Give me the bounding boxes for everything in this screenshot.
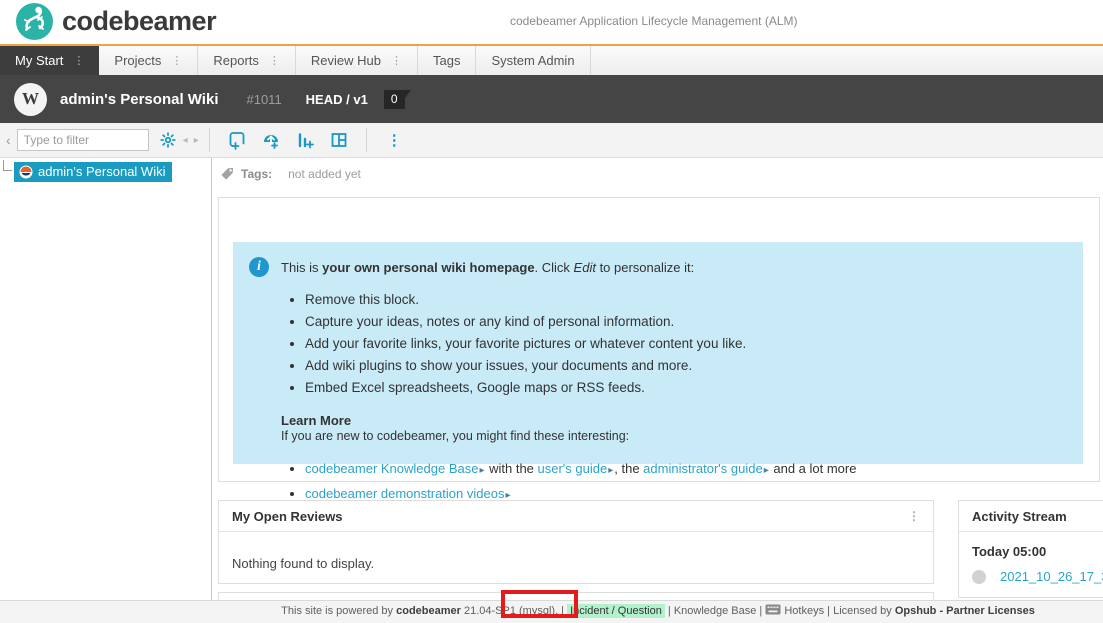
tab-menu-icon[interactable]: ⋮ — [171, 54, 182, 67]
tab-projects[interactable]: Projects ⋮ — [99, 46, 198, 75]
opshub-link[interactable]: Opshub - Partner Licenses — [895, 605, 1035, 617]
gear-icon[interactable] — [159, 131, 177, 149]
nav-back-icon[interactable]: ◂ — [183, 135, 188, 146]
incident-question-link[interactable]: Incident / Question — [567, 604, 665, 618]
tree-item-personal-wiki[interactable]: admin's Personal Wiki — [14, 162, 172, 182]
activity-date-header: Today 05:00 — [959, 532, 1103, 559]
wiki-title-bar: W admin's Personal Wiki #1011 HEAD / v1 … — [0, 75, 1103, 123]
activity-stream-header: Activity Stream — [959, 501, 1103, 532]
partial-panel — [218, 592, 934, 600]
info-bullet: Embed Excel spreadsheets, Google maps or… — [305, 377, 1063, 399]
item-id: #1011 — [246, 92, 281, 107]
wiki-page-icon — [19, 165, 33, 179]
learn-more-link-row: codebeamer Knowledge Base▸ with the user… — [305, 457, 1063, 482]
wiki-avatar: W — [14, 83, 47, 116]
add-wiki-page-icon[interactable] — [227, 130, 247, 150]
keyboard-icon — [765, 602, 781, 623]
codebeamer-app: codebeamer codebeamer Application Lifecy… — [0, 0, 1103, 623]
codebeamer-gecko-icon — [16, 3, 53, 40]
tab-menu-icon[interactable]: ⋮ — [269, 54, 280, 67]
tab-system-admin[interactable]: System Admin — [476, 46, 590, 75]
tab-menu-icon[interactable]: ⋮ — [391, 54, 402, 67]
activity-entry-link[interactable]: 2021_10_26_17_38 — [1000, 569, 1103, 584]
learn-more-title: Learn More — [281, 413, 1063, 428]
avatar — [972, 570, 986, 584]
toolbar-divider — [209, 128, 210, 152]
app-tagline: codebeamer Application Lifecycle Managem… — [510, 14, 797, 28]
external-link-arrow-icon: ▸ — [608, 465, 613, 476]
tags-row: Tags: not added yet — [220, 166, 361, 181]
hotkeys-link[interactable]: Hotkeys — [784, 605, 824, 617]
wiki-homepage-card: i This is your own personal wiki homepag… — [218, 197, 1100, 482]
main-content: Tags: not added yet i This is your own p… — [213, 158, 1103, 600]
activity-entry: 2021_10_26_17_38 — [959, 559, 1103, 584]
admins-guide-link[interactable]: administrator's guide — [643, 461, 763, 476]
footer: This site is powered by codebeamer 21.04… — [0, 600, 1103, 623]
count-badge[interactable]: 0 — [384, 90, 405, 109]
tab-menu-icon[interactable]: ⋮ — [73, 54, 84, 67]
tab-my-start[interactable]: My Start ⋮ — [0, 46, 99, 75]
footer-text: This site is powered by codebeamer 21.04… — [213, 601, 1103, 623]
info-bullet: Remove this block. — [305, 289, 1063, 311]
toolbar-divider — [366, 128, 367, 152]
codebeamer-logo[interactable]: codebeamer — [16, 3, 216, 40]
activity-stream-panel: Activity Stream Today 05:00 2021_10_26_1… — [958, 500, 1103, 598]
tree-filter-input[interactable] — [17, 129, 149, 151]
knowledge-base-link[interactable]: codebeamer Knowledge Base — [305, 461, 478, 476]
brand-text: codebeamer — [62, 6, 216, 37]
info-icon: i — [249, 257, 269, 277]
info-bullet: Add your favorite links, your favorite p… — [305, 333, 1063, 355]
version-label[interactable]: HEAD / v1 — [306, 92, 368, 107]
external-link-arrow-icon: ▸ — [764, 465, 769, 476]
tag-icon — [220, 166, 235, 181]
footer-version: 21.04-SP1 (mysql). | — [461, 605, 567, 617]
wiki-toolbar: ‹ ◂ ▸ — [0, 123, 1103, 158]
info-bullet: Add wiki plugins to show your issues, yo… — [305, 355, 1063, 377]
toolbar-more-icon[interactable]: ⋮ — [387, 131, 402, 149]
external-link-arrow-icon: ▸ — [479, 465, 484, 476]
learn-more-intro: If you are new to codebeamer, you might … — [281, 429, 1063, 443]
tags-value[interactable]: not added yet — [288, 167, 361, 181]
wiki-tree-panel: admin's Personal Wiki — [0, 158, 212, 600]
tree-branch-line — [3, 160, 12, 171]
info-bullet: Capture your ideas, notes or any kind of… — [305, 311, 1063, 333]
info-bullet-list: Remove this block. Capture your ideas, n… — [305, 289, 1063, 399]
demo-videos-link[interactable]: codebeamer demonstration videos — [305, 486, 504, 501]
upload-icon[interactable] — [261, 130, 281, 150]
collapse-tree-icon[interactable]: ‹ — [6, 132, 11, 148]
tab-review-hub[interactable]: Review Hub ⋮ — [296, 46, 418, 75]
info-box: i This is your own personal wiki homepag… — [233, 242, 1083, 464]
layout-grid-icon[interactable] — [329, 130, 349, 150]
nav-forward-icon[interactable]: ▸ — [194, 135, 199, 146]
panel-menu-icon[interactable]: ⋮ — [908, 509, 920, 523]
empty-state-text: Nothing found to display. — [219, 532, 933, 595]
main-nav-tabs: My Start ⋮ Projects ⋮ Reports ⋮ Review H… — [0, 44, 1103, 75]
add-report-icon[interactable] — [295, 130, 315, 150]
users-guide-link[interactable]: user's guide — [538, 461, 608, 476]
footer-brand: codebeamer — [396, 605, 461, 617]
tab-tags[interactable]: Tags — [418, 46, 476, 75]
my-open-reviews-header: My Open Reviews ⋮ — [219, 501, 933, 532]
my-open-reviews-panel: My Open Reviews ⋮ Nothing found to displ… — [218, 500, 934, 584]
top-header: codebeamer codebeamer Application Lifecy… — [0, 0, 1103, 44]
page-title: admin's Personal Wiki — [60, 91, 218, 108]
tab-reports[interactable]: Reports ⋮ — [198, 46, 296, 75]
tags-label: Tags: — [241, 167, 272, 181]
knowledge-base-footer-link[interactable]: Knowledge Base — [674, 605, 757, 617]
info-intro: This is your own personal wiki homepage.… — [281, 257, 694, 275]
